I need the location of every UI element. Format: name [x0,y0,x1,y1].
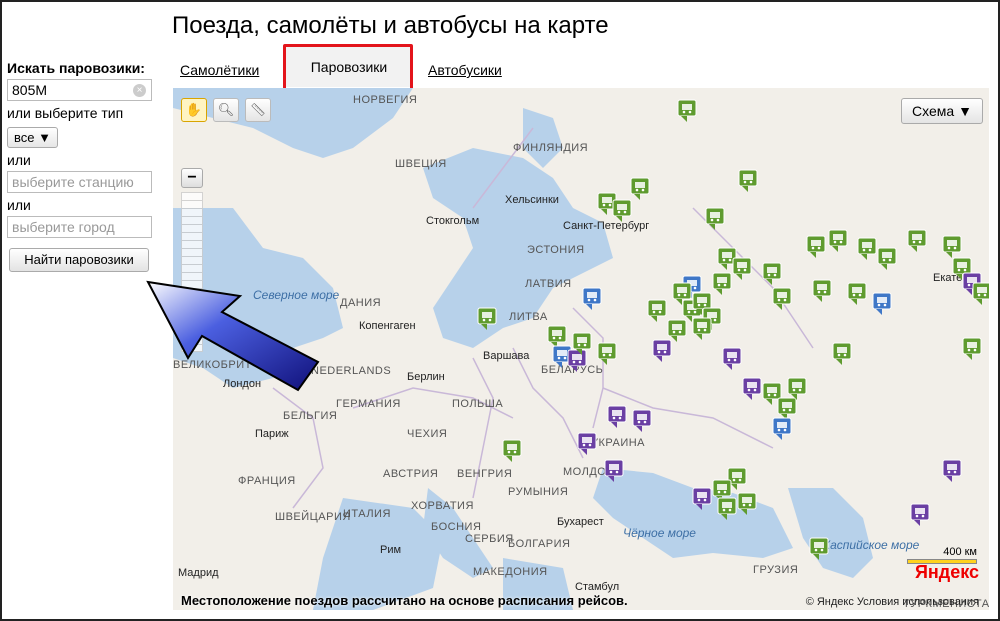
train-marker-icon[interactable] [907,229,927,252]
train-marker-icon[interactable] [582,287,602,310]
train-marker-icon[interactable] [737,492,757,515]
train-number-value: 805М [12,82,48,98]
copyright-link[interactable]: © Яндекс Условия использования [806,596,979,608]
train-marker-icon[interactable] [567,349,587,372]
footer-note: Местоположение поездов рассчитано на осн… [181,593,628,608]
train-marker-icon[interactable] [477,307,497,330]
or-label-2: или [7,197,31,213]
train-marker-icon[interactable] [632,409,652,432]
train-marker-icon[interactable] [630,177,650,200]
city-input[interactable]: выберите город [7,216,152,238]
train-marker-icon[interactable] [692,317,712,340]
annotation-arrow-icon [146,280,320,392]
train-number-input[interactable]: 805М × [7,79,152,101]
train-marker-icon[interactable] [772,287,792,310]
find-trains-button[interactable]: Найти паровозики [9,248,149,272]
or-label-1: или [7,152,31,168]
train-marker-icon[interactable] [857,237,877,260]
train-marker-icon[interactable] [787,377,807,400]
or-choose-type-label: или выберите тип [7,105,124,121]
train-marker-icon[interactable] [809,537,829,560]
train-marker-icon[interactable] [872,292,892,315]
train-marker-icon[interactable] [607,405,627,428]
train-marker-icon[interactable] [777,397,797,420]
train-marker-icon[interactable] [722,347,742,370]
type-select[interactable]: все ▼ [7,127,58,148]
station-input[interactable]: выберите станцию [7,171,152,193]
train-marker-icon[interactable] [705,207,725,230]
train-marker-icon[interactable] [742,377,762,400]
train-marker-icon[interactable] [972,282,989,305]
train-marker-icon[interactable] [577,432,597,455]
train-marker-icon[interactable] [647,299,667,322]
train-marker-icon[interactable] [597,342,617,365]
train-marker-icon[interactable] [910,503,930,526]
train-marker-icon[interactable] [667,319,687,342]
train-marker-icon[interactable] [604,459,624,482]
yandex-logo: Яндекс [914,562,979,582]
train-marker-icon[interactable] [692,487,712,510]
page-title: Поезда, самолёты и автобусы на карте [172,12,609,39]
search-label: Искать паровозики: [7,60,145,76]
tab-airplanes[interactable]: Самолётики [180,62,259,78]
clear-icon[interactable]: × [133,84,146,97]
train-marker-icon[interactable] [832,342,852,365]
train-marker-icon[interactable] [877,247,897,270]
train-marker-icon[interactable] [717,497,737,520]
train-marker-icon[interactable] [962,337,982,360]
train-marker-icon[interactable] [942,235,962,258]
tab-buses[interactable]: Автобусики [428,62,502,78]
train-marker-icon[interactable] [738,169,758,192]
train-marker-icon[interactable] [806,235,826,258]
train-marker-icon[interactable] [942,459,962,482]
train-marker-icon[interactable] [812,279,832,302]
train-marker-icon[interactable] [547,325,567,348]
train-marker-icon[interactable] [502,439,522,462]
scale-label: 400 км [943,546,977,558]
train-marker-icon[interactable] [712,272,732,295]
train-marker-icon[interactable] [732,257,752,280]
train-marker-icon[interactable] [612,199,632,222]
search-panel: Искать паровозики: 805М × или выберите т… [7,60,157,272]
train-marker-icon[interactable] [762,262,782,285]
train-marker-icon[interactable] [772,417,792,440]
train-marker-icon[interactable] [847,282,867,305]
train-marker-icon[interactable] [677,99,697,122]
train-marker-icon[interactable] [652,339,672,362]
train-marker-icon[interactable] [828,229,848,252]
